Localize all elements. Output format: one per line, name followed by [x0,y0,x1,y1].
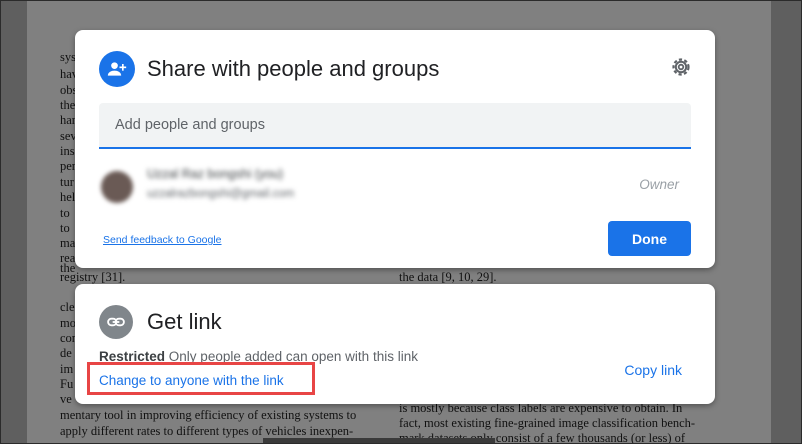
doc-text-line: fact, most existing fine-grained image c… [399,416,696,430]
owner-role: Owner [639,177,679,192]
user-name: Uzzal Raz bongshi (you) [147,167,284,181]
doc-text-line: registry [31]. [60,270,126,284]
get-link-title: Get link [147,309,222,334]
doc-text-line: har [60,113,76,127]
add-people-input[interactable] [99,103,691,147]
doc-text-line: ma [60,236,76,250]
doc-text-line: ins [60,144,75,158]
user-email: uzzalrazbongshi@gmail.com [147,188,295,200]
doc-text-line: to [60,221,70,235]
copy-link-button[interactable]: Copy link [624,362,682,378]
gear-icon[interactable] [669,55,693,79]
doc-text-line: to [60,206,70,220]
bottom-bar [263,438,495,443]
doc-text-line: ve [60,392,72,406]
doc-text-line: Fu [60,377,74,391]
doc-text-line: apply different rates to different types… [60,424,354,438]
add-people-field[interactable] [99,103,691,149]
share-dialog-title: Share with people and groups [147,56,440,81]
doc-text-line: per [60,159,76,173]
link-icon [99,305,133,339]
share-dialog: Share with people and groups Uzzal Raz b… [75,30,715,268]
doc-text-line: mentary tool in improving efficiency of … [60,408,357,422]
window-frame: sys hav obs the har sev ins per tur hel to to ma rea t… [0,0,802,444]
doc-text-line: tur [60,175,74,189]
doc-text-line: de [60,346,72,360]
doc-text-line: mo [60,316,76,330]
doc-text-line: sys [60,50,76,64]
doc-text-line: im [60,362,74,376]
person-add-icon [99,51,135,87]
send-feedback-link[interactable]: Send feedback to Google [103,234,222,246]
avatar [101,171,133,203]
doc-text-line: hel [60,190,76,204]
doc-text-line: the data [9, 10, 29]. [399,270,497,284]
highlight-box [87,362,315,395]
doc-text-line: the [60,98,76,112]
done-button[interactable]: Done [608,221,691,256]
doc-text-line: cle [60,300,75,314]
